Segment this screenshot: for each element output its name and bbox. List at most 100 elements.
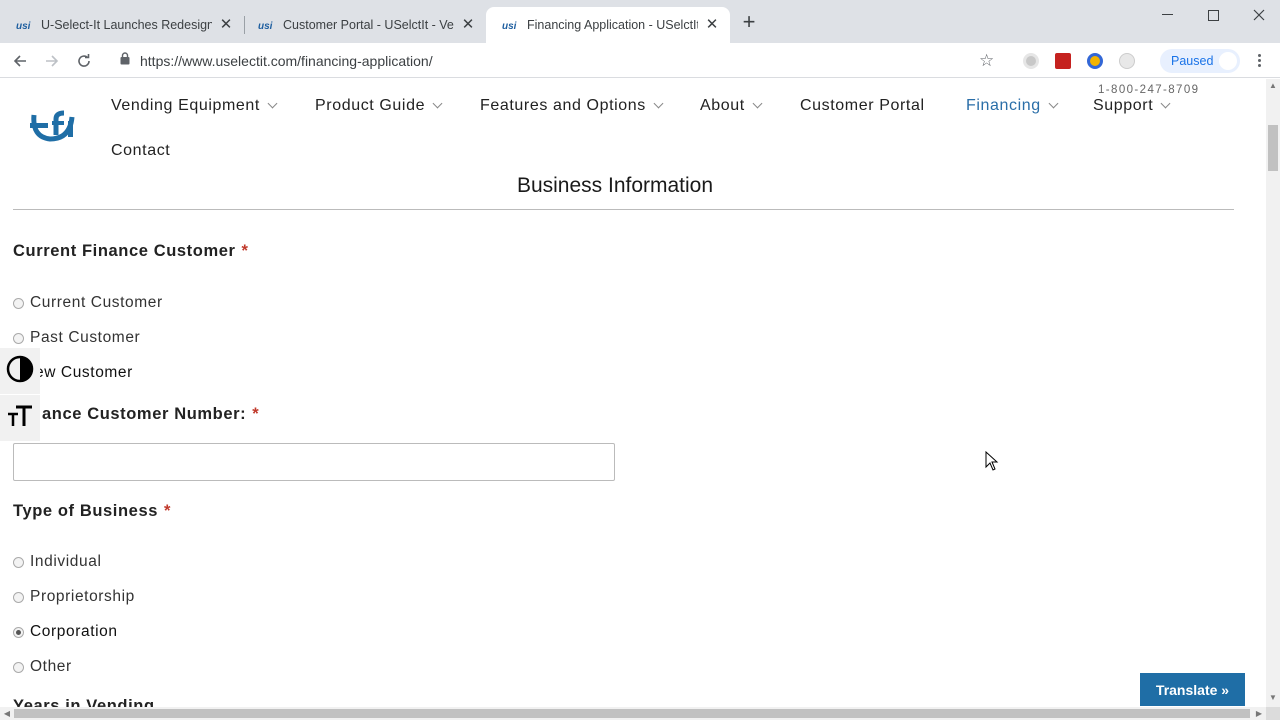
minimize-icon[interactable] — [1144, 0, 1190, 30]
radio-corporation[interactable]: Corporation — [13, 623, 118, 641]
nav-vending-equipment[interactable]: Vending Equipment — [111, 97, 278, 115]
radio-button[interactable] — [13, 332, 24, 344]
nav-product-guide[interactable]: Product Guide — [315, 97, 443, 115]
radio-button-selected[interactable] — [13, 626, 24, 638]
radio-other[interactable]: Other — [13, 658, 72, 676]
usi-logo[interactable] — [30, 109, 76, 148]
finance-customer-number-input[interactable] — [13, 443, 615, 481]
contrast-toggle-button[interactable] — [0, 348, 40, 394]
nav-about[interactable]: About — [700, 97, 763, 115]
chevron-down-icon — [653, 98, 664, 109]
radio-current-customer[interactable]: Current Customer — [13, 294, 163, 312]
nav-label: Contact — [111, 142, 171, 159]
current-finance-customer-label: Current Finance Customer * — [13, 242, 249, 261]
translate-button[interactable]: Translate » — [1140, 673, 1245, 706]
address-bar[interactable]: https://www.uselectit.com/financing-appl… — [108, 47, 1008, 75]
tab-title: U-Select-It Launches Redesigned — [41, 18, 212, 32]
radio-new-customer[interactable]: ew Customer — [35, 364, 133, 382]
radio-button[interactable] — [13, 661, 24, 673]
page-viewport: 1-800-247-8709 Vending Equipment Product… — [0, 79, 1266, 707]
nav-label: About — [700, 97, 745, 114]
radio-button[interactable] — [13, 297, 24, 309]
tab-close-icon[interactable]: ✕ — [460, 17, 476, 33]
browser-tab-1[interactable]: usi U-Select-It Launches Redesigned ✕ — [0, 7, 244, 43]
close-window-icon[interactable] — [1236, 0, 1280, 30]
type-of-business-label: Type of Business * — [13, 502, 171, 521]
horizontal-scroll-thumb[interactable] — [14, 709, 1250, 718]
new-tab-plus-icon[interactable]: + — [738, 11, 760, 34]
nav-contact[interactable]: Contact — [111, 142, 170, 160]
profile-paused-label: Paused — [1171, 54, 1214, 68]
scrollbar-corner — [1266, 707, 1280, 720]
field-label-text: Current Finance Customer — [13, 242, 236, 260]
contrast-icon — [6, 355, 34, 388]
browser-tab-2[interactable]: usi Customer Portal - USelctIt - Vend ✕ — [242, 7, 486, 43]
radio-button[interactable] — [13, 591, 24, 603]
tab-title: Financing Application - USelctIt - — [527, 18, 698, 32]
extension-circle-icon[interactable] — [1023, 53, 1039, 69]
nav-label: Support — [1093, 97, 1154, 114]
scroll-down-arrow-icon[interactable]: ▼ — [1266, 693, 1280, 705]
chevron-down-icon — [1160, 98, 1171, 109]
pdf-extension-icon[interactable] — [1055, 53, 1071, 69]
tab-title: Customer Portal - USelctIt - Vend — [283, 18, 454, 32]
vertical-scroll-thumb[interactable] — [1268, 125, 1278, 171]
radio-proprietorship[interactable]: Proprietorship — [13, 588, 135, 606]
nav-support[interactable]: Support — [1093, 97, 1171, 115]
required-asterisk: * — [241, 242, 249, 260]
radio-label: Corporation — [30, 623, 118, 640]
maximize-icon[interactable] — [1190, 0, 1236, 30]
usi-favicon-icon: usi — [16, 17, 32, 33]
radio-label: Past Customer — [30, 329, 141, 346]
browser-toolbar: https://www.uselectit.com/financing-appl… — [0, 43, 1280, 78]
radio-button[interactable] — [13, 556, 24, 568]
tab-close-icon[interactable]: ✕ — [704, 17, 720, 33]
required-asterisk: * — [252, 405, 260, 423]
scroll-left-arrow-icon[interactable]: ◀ — [1, 707, 13, 720]
url-text: https://www.uselectit.com/financing-appl… — [140, 53, 433, 69]
profile-paused-button[interactable]: Paused — [1160, 49, 1240, 73]
extension-shield-icon[interactable] — [1119, 53, 1135, 69]
vertical-scrollbar[interactable]: ▲ ▼ — [1266, 79, 1280, 707]
nav-label: Product Guide — [315, 97, 426, 114]
browser-menu-icon[interactable] — [1254, 52, 1264, 70]
nav-label: Customer Portal — [800, 97, 925, 114]
field-label-text: ance Customer Number: — [42, 405, 247, 423]
field-label-text: Years in Vending — [13, 697, 155, 707]
chevron-down-icon — [267, 98, 278, 109]
finance-customer-number-label: ance Customer Number: * — [42, 405, 259, 424]
tab-close-icon[interactable]: ✕ — [218, 17, 234, 33]
extension-badge-icon[interactable] — [1087, 53, 1103, 69]
field-label-text: Type of Business — [13, 502, 158, 520]
radio-label: Other — [30, 658, 72, 675]
section-title: Business Information — [516, 174, 714, 197]
phone-number[interactable]: 1-800-247-8709 — [1098, 84, 1199, 96]
radio-label: Individual — [30, 553, 102, 570]
radio-label: ew Customer — [35, 364, 133, 381]
scroll-up-arrow-icon[interactable]: ▲ — [1266, 81, 1280, 93]
nav-customer-portal[interactable]: Customer Portal — [800, 97, 925, 115]
horizontal-scrollbar[interactable]: ◀ ▶ — [0, 707, 1266, 720]
browser-tab-strip: usi U-Select-It Launches Redesigned ✕ us… — [0, 0, 1280, 43]
bookmark-star-icon[interactable]: ☆ — [979, 52, 994, 69]
radio-label: Current Customer — [30, 294, 163, 311]
years-in-vending-label-partial: Years in Vending — [13, 697, 155, 707]
radio-past-customer[interactable]: Past Customer — [13, 329, 140, 347]
scroll-right-arrow-icon[interactable]: ▶ — [1253, 707, 1265, 720]
profile-avatar — [1219, 52, 1237, 70]
reload-icon[interactable] — [72, 49, 96, 73]
svg-text:usi: usi — [502, 21, 517, 31]
back-arrow-icon[interactable] — [8, 49, 32, 73]
svg-text:usi: usi — [16, 21, 31, 31]
usi-favicon-icon: usi — [502, 17, 518, 33]
text-size-button[interactable] — [0, 395, 40, 441]
chevron-down-icon — [432, 98, 443, 109]
radio-individual[interactable]: Individual — [13, 553, 102, 571]
forward-arrow-icon[interactable] — [40, 49, 64, 73]
browser-tab-3-active[interactable]: usi Financing Application - USelctIt - ✕ — [486, 7, 730, 43]
nav-label: Vending Equipment — [111, 97, 260, 114]
nav-features-and-options[interactable]: Features and Options — [480, 97, 664, 115]
nav-financing[interactable]: Financing — [966, 97, 1059, 115]
mouse-cursor-icon — [985, 450, 999, 476]
lock-icon — [120, 52, 132, 70]
